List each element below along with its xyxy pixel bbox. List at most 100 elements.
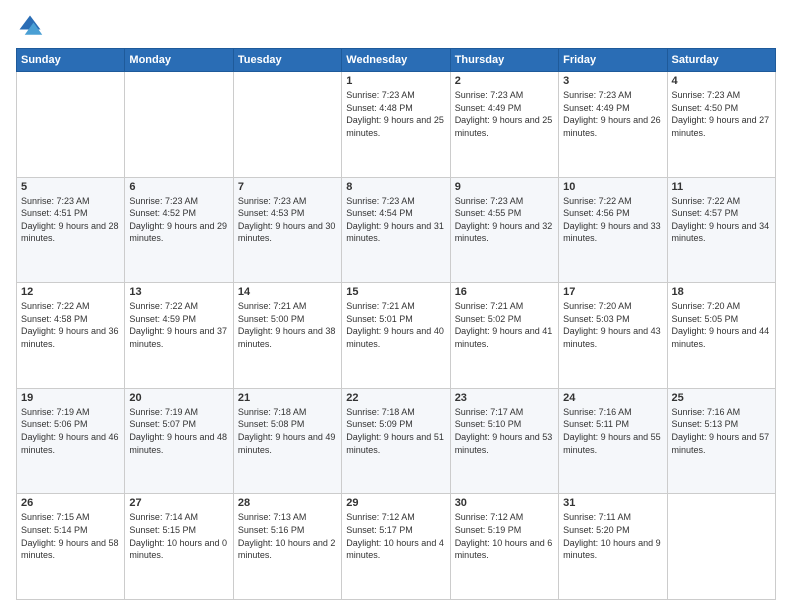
page: SundayMondayTuesdayWednesdayThursdayFrid… <box>0 0 792 612</box>
header <box>16 12 776 40</box>
day-info: Sunrise: 7:23 AM Sunset: 4:55 PM Dayligh… <box>455 195 554 245</box>
calendar-cell: 10 Sunrise: 7:22 AM Sunset: 4:56 PM Dayli… <box>559 177 667 283</box>
weekday-header-tuesday: Tuesday <box>233 49 341 72</box>
day-number: 17 <box>563 286 662 298</box>
day-number: 26 <box>21 497 120 509</box>
weekday-header-sunday: Sunday <box>17 49 125 72</box>
calendar-cell: 19 Sunrise: 7:19 AM Sunset: 5:06 PM Dayli… <box>17 388 125 494</box>
day-info: Sunrise: 7:18 AM Sunset: 5:08 PM Dayligh… <box>238 406 337 456</box>
calendar-cell: 16 Sunrise: 7:21 AM Sunset: 5:02 PM Dayli… <box>450 283 558 389</box>
day-info: Sunrise: 7:23 AM Sunset: 4:48 PM Dayligh… <box>346 89 445 139</box>
calendar-cell: 22Sunrise: 7:18 AM Sunset: 5:09 PM Dayli… <box>342 388 450 494</box>
calendar-cell: 26 Sunrise: 7:15 AM Sunset: 5:14 PM Dayli… <box>17 494 125 600</box>
day-number: 31 <box>563 497 662 509</box>
calendar-cell: 21 Sunrise: 7:18 AM Sunset: 5:08 PM Dayli… <box>233 388 341 494</box>
day-number: 18 <box>672 286 771 298</box>
day-info: Sunrise: 7:23 AM Sunset: 4:54 PM Dayligh… <box>346 195 445 245</box>
calendar-cell: 20Sunrise: 7:19 AM Sunset: 5:07 PM Dayli… <box>125 388 233 494</box>
day-number: 16 <box>455 286 554 298</box>
calendar-week-row: 19 Sunrise: 7:19 AM Sunset: 5:06 PM Dayli… <box>17 388 776 494</box>
day-number: 4 <box>672 75 771 87</box>
day-info: Sunrise: 7:22 AM Sunset: 4:57 PM Dayligh… <box>672 195 771 245</box>
day-info: Sunrise: 7:11 AM Sunset: 5:20 PM Dayligh… <box>563 511 662 561</box>
calendar-cell: 25 Sunrise: 7:16 AM Sunset: 5:13 PM Dayli… <box>667 388 775 494</box>
calendar-cell: 8 Sunrise: 7:23 AM Sunset: 4:54 PM Daylig… <box>342 177 450 283</box>
day-number: 25 <box>672 392 771 404</box>
day-info: Sunrise: 7:13 AM Sunset: 5:16 PM Dayligh… <box>238 511 337 561</box>
day-info: Sunrise: 7:17 AM Sunset: 5:10 PM Dayligh… <box>455 406 554 456</box>
day-info: Sunrise: 7:15 AM Sunset: 5:14 PM Dayligh… <box>21 511 120 561</box>
day-number: 29 <box>346 497 445 509</box>
day-number: 12 <box>21 286 120 298</box>
day-info: Sunrise: 7:22 AM Sunset: 4:59 PM Dayligh… <box>129 300 228 350</box>
calendar-header-row: SundayMondayTuesdayWednesdayThursdayFrid… <box>17 49 776 72</box>
calendar-cell: 15 Sunrise: 7:21 AM Sunset: 5:01 PM Dayli… <box>342 283 450 389</box>
day-info: Sunrise: 7:14 AM Sunset: 5:15 PM Dayligh… <box>129 511 228 561</box>
day-number: 3 <box>563 75 662 87</box>
day-info: Sunrise: 7:23 AM Sunset: 4:50 PM Dayligh… <box>672 89 771 139</box>
calendar-table: SundayMondayTuesdayWednesdayThursdayFrid… <box>16 48 776 600</box>
day-number: 2 <box>455 75 554 87</box>
day-info: Sunrise: 7:23 AM Sunset: 4:53 PM Dayligh… <box>238 195 337 245</box>
calendar-cell: 2 Sunrise: 7:23 AM Sunset: 4:49 PM Daylig… <box>450 72 558 178</box>
day-info: Sunrise: 7:19 AM Sunset: 5:06 PM Dayligh… <box>21 406 120 456</box>
calendar-cell: 14 Sunrise: 7:21 AM Sunset: 5:00 PM Dayli… <box>233 283 341 389</box>
day-info: Sunrise: 7:12 AM Sunset: 5:19 PM Dayligh… <box>455 511 554 561</box>
day-number: 23 <box>455 392 554 404</box>
day-info: Sunrise: 7:18 AM Sunset: 5:09 PM Dayligh… <box>346 406 445 456</box>
day-number: 15 <box>346 286 445 298</box>
logo <box>16 12 48 40</box>
day-info: Sunrise: 7:21 AM Sunset: 5:01 PM Dayligh… <box>346 300 445 350</box>
day-info: Sunrise: 7:20 AM Sunset: 5:05 PM Dayligh… <box>672 300 771 350</box>
day-number: 1 <box>346 75 445 87</box>
weekday-header-saturday: Saturday <box>667 49 775 72</box>
day-info: Sunrise: 7:12 AM Sunset: 5:17 PM Dayligh… <box>346 511 445 561</box>
calendar-cell <box>233 72 341 178</box>
day-number: 19 <box>21 392 120 404</box>
day-info: Sunrise: 7:22 AM Sunset: 4:56 PM Dayligh… <box>563 195 662 245</box>
calendar-cell <box>125 72 233 178</box>
calendar-cell: 31 Sunrise: 7:11 AM Sunset: 5:20 PM Dayli… <box>559 494 667 600</box>
day-number: 7 <box>238 181 337 193</box>
weekday-header-wednesday: Wednesday <box>342 49 450 72</box>
day-info: Sunrise: 7:23 AM Sunset: 4:52 PM Dayligh… <box>129 195 228 245</box>
day-number: 5 <box>21 181 120 193</box>
day-number: 10 <box>563 181 662 193</box>
calendar-cell: 17Sunrise: 7:20 AM Sunset: 5:03 PM Dayli… <box>559 283 667 389</box>
day-info: Sunrise: 7:23 AM Sunset: 4:51 PM Dayligh… <box>21 195 120 245</box>
calendar-cell <box>17 72 125 178</box>
logo-icon <box>16 12 44 40</box>
calendar-cell: 9 Sunrise: 7:23 AM Sunset: 4:55 PM Daylig… <box>450 177 558 283</box>
calendar-cell: 30 Sunrise: 7:12 AM Sunset: 5:19 PM Dayli… <box>450 494 558 600</box>
calendar-week-row: 26 Sunrise: 7:15 AM Sunset: 5:14 PM Dayli… <box>17 494 776 600</box>
day-info: Sunrise: 7:21 AM Sunset: 5:02 PM Dayligh… <box>455 300 554 350</box>
day-number: 30 <box>455 497 554 509</box>
day-number: 14 <box>238 286 337 298</box>
day-number: 6 <box>129 181 228 193</box>
day-info: Sunrise: 7:21 AM Sunset: 5:00 PM Dayligh… <box>238 300 337 350</box>
calendar-cell <box>667 494 775 600</box>
day-number: 27 <box>129 497 228 509</box>
calendar-cell: 12Sunrise: 7:22 AM Sunset: 4:58 PM Dayli… <box>17 283 125 389</box>
day-number: 21 <box>238 392 337 404</box>
day-info: Sunrise: 7:23 AM Sunset: 4:49 PM Dayligh… <box>455 89 554 139</box>
calendar-cell: 6 Sunrise: 7:23 AM Sunset: 4:52 PM Daylig… <box>125 177 233 283</box>
weekday-header-thursday: Thursday <box>450 49 558 72</box>
calendar-cell: 11 Sunrise: 7:22 AM Sunset: 4:57 PM Dayli… <box>667 177 775 283</box>
calendar-week-row: 12Sunrise: 7:22 AM Sunset: 4:58 PM Dayli… <box>17 283 776 389</box>
day-number: 20 <box>129 392 228 404</box>
day-info: Sunrise: 7:16 AM Sunset: 5:13 PM Dayligh… <box>672 406 771 456</box>
day-number: 11 <box>672 181 771 193</box>
day-number: 9 <box>455 181 554 193</box>
calendar-cell: 27 Sunrise: 7:14 AM Sunset: 5:15 PM Dayli… <box>125 494 233 600</box>
calendar-cell: 3Sunrise: 7:23 AM Sunset: 4:49 PM Daylig… <box>559 72 667 178</box>
calendar-cell: 5 Sunrise: 7:23 AM Sunset: 4:51 PM Daylig… <box>17 177 125 283</box>
calendar-cell: 23 Sunrise: 7:17 AM Sunset: 5:10 PM Dayli… <box>450 388 558 494</box>
calendar-cell: 24Sunrise: 7:16 AM Sunset: 5:11 PM Dayli… <box>559 388 667 494</box>
calendar-cell: 4 Sunrise: 7:23 AM Sunset: 4:50 PM Daylig… <box>667 72 775 178</box>
calendar-cell: 18 Sunrise: 7:20 AM Sunset: 5:05 PM Dayli… <box>667 283 775 389</box>
day-number: 8 <box>346 181 445 193</box>
day-number: 24 <box>563 392 662 404</box>
day-number: 13 <box>129 286 228 298</box>
calendar-cell: 1 Sunrise: 7:23 AM Sunset: 4:48 PM Daylig… <box>342 72 450 178</box>
